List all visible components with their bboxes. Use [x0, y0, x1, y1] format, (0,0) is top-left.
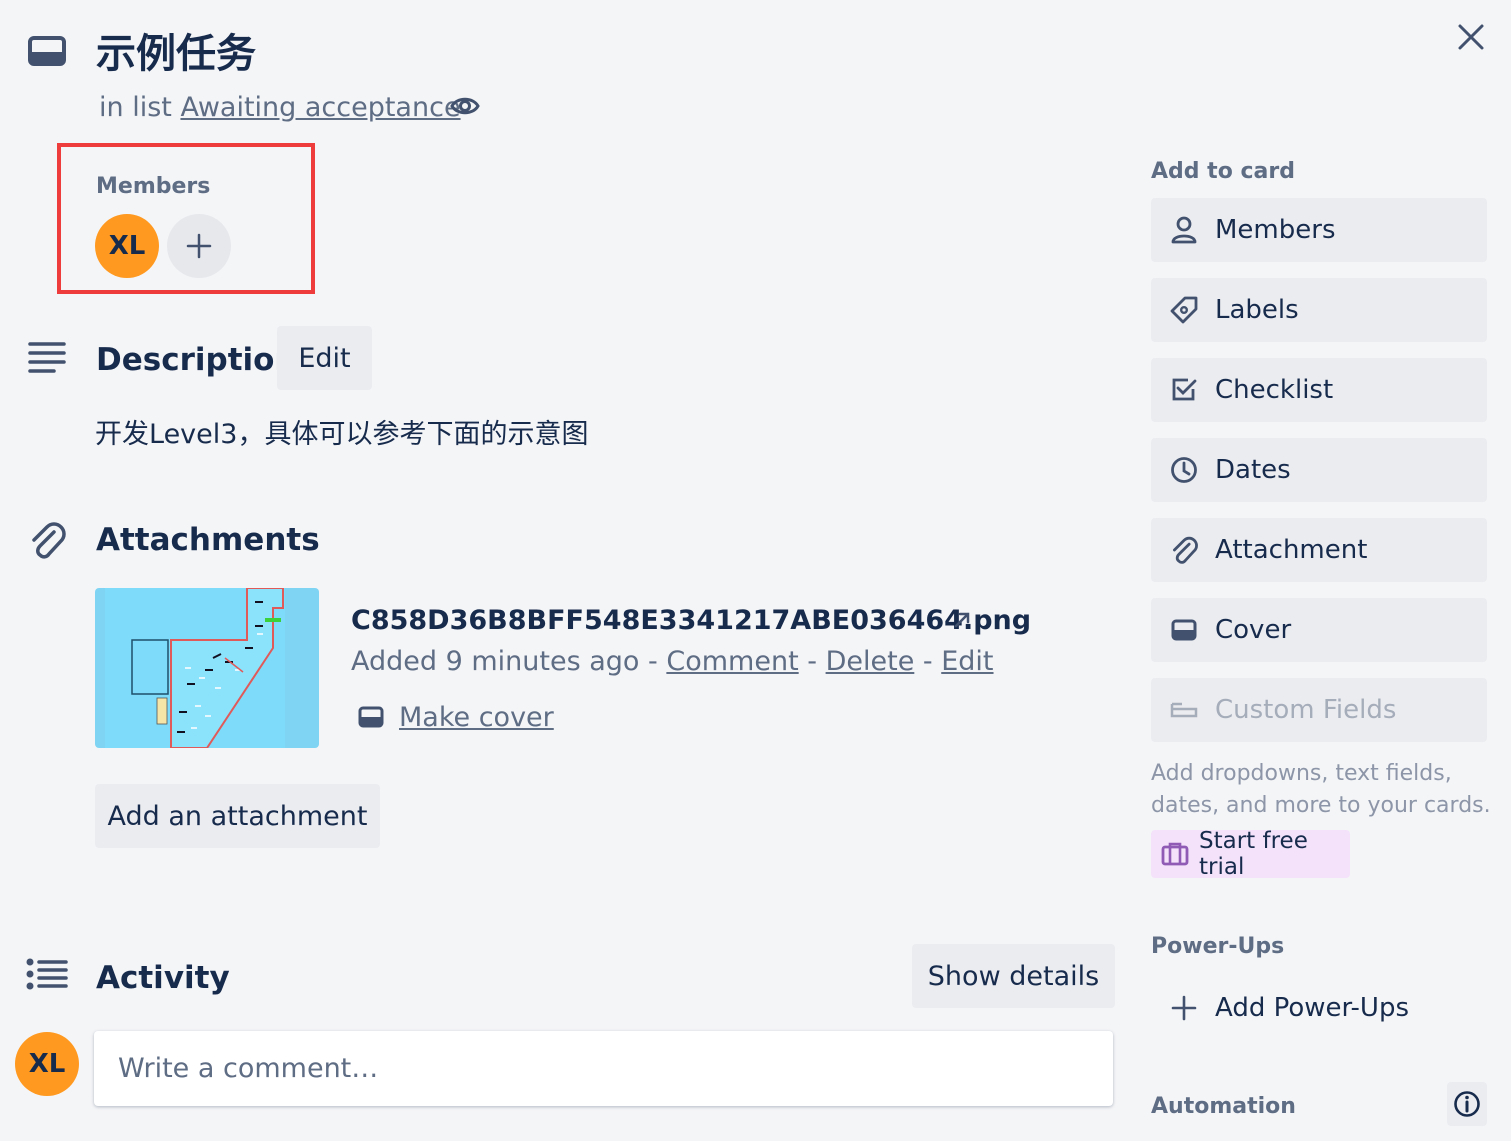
activity-title: Activity — [96, 960, 230, 996]
sidebar-dates-label: Dates — [1215, 455, 1291, 485]
sidebar-labels-label: Labels — [1215, 295, 1299, 325]
activity-icon — [26, 958, 68, 990]
attachments-title: Attachments — [96, 522, 320, 558]
description-title: Description — [96, 342, 297, 378]
briefcase-icon — [1161, 842, 1189, 866]
description-icon — [28, 340, 66, 374]
power-ups-heading: Power-Ups — [1151, 934, 1285, 959]
add-member-button[interactable] — [167, 214, 231, 278]
plus-icon — [1169, 995, 1199, 1021]
plus-icon — [186, 233, 212, 259]
sidebar-custom-fields-label: Custom Fields — [1215, 695, 1397, 725]
list-name-link[interactable]: Awaiting acceptance — [180, 92, 460, 123]
separator: - — [798, 646, 826, 677]
checkbox-icon — [1169, 377, 1199, 403]
sidebar-members-button[interactable]: Members — [1151, 198, 1487, 262]
info-icon[interactable] — [1447, 1082, 1487, 1126]
tag-icon — [1169, 296, 1199, 324]
description-edit-button[interactable]: Edit — [277, 326, 372, 390]
sidebar-members-label: Members — [1215, 215, 1336, 245]
separator: - — [914, 646, 942, 677]
list-location: in list Awaiting acceptance — [99, 90, 461, 126]
attachment-meta: Added 9 minutes ago - Comment - Delete -… — [351, 643, 994, 681]
automation-heading: Automation — [1151, 1094, 1296, 1119]
member-avatar[interactable]: XL — [95, 214, 159, 278]
add-power-ups-label: Add Power-Ups — [1215, 993, 1410, 1023]
add-attachment-button[interactable]: Add an attachment — [95, 784, 380, 848]
external-link-icon[interactable] — [952, 610, 972, 630]
make-cover-link[interactable]: Make cover — [399, 699, 554, 737]
sidebar-labels-button[interactable]: Labels — [1151, 278, 1487, 342]
start-free-trial-button[interactable]: Start free trial — [1151, 828, 1350, 880]
add-to-card-heading: Add to card — [1151, 159, 1295, 184]
members-label: Members — [96, 174, 211, 199]
attachment-comment-link[interactable]: Comment — [666, 646, 798, 677]
attachment-added-time: Added 9 minutes ago — [351, 646, 640, 677]
attachment-edit-link[interactable]: Edit — [941, 646, 993, 677]
clock-icon — [1169, 456, 1199, 484]
sidebar-attachment-button[interactable]: Attachment — [1151, 518, 1487, 582]
cover-icon — [1169, 619, 1199, 641]
list-prefix: in list — [99, 92, 181, 123]
card-icon — [28, 36, 66, 66]
eye-icon[interactable] — [450, 92, 480, 120]
sidebar-attachment-label: Attachment — [1215, 535, 1368, 565]
custom-fields-icon — [1169, 700, 1199, 720]
paperclip-icon — [1169, 535, 1199, 565]
attachment-filename[interactable]: C858D36B8BFF548E3341217ABE036464.png — [351, 602, 1031, 640]
add-power-ups-button[interactable]: Add Power-Ups — [1151, 976, 1487, 1040]
sidebar-dates-button[interactable]: Dates — [1151, 438, 1487, 502]
cover-icon — [358, 706, 384, 728]
person-icon — [1169, 216, 1199, 244]
attachment-thumbnail[interactable] — [95, 588, 319, 748]
sidebar-cover-label: Cover — [1215, 615, 1292, 645]
card-title[interactable]: 示例任务 — [96, 28, 256, 80]
close-icon[interactable] — [1452, 18, 1490, 56]
sidebar-cover-button[interactable]: Cover — [1151, 598, 1487, 662]
comment-avatar: XL — [15, 1032, 79, 1096]
show-details-button[interactable]: Show details — [912, 944, 1115, 1008]
sidebar-custom-fields-button: Custom Fields — [1151, 678, 1487, 742]
separator: - — [639, 646, 667, 677]
comment-input[interactable]: Write a comment… — [94, 1031, 1113, 1106]
sidebar-checklist-button[interactable]: Checklist — [1151, 358, 1487, 422]
attachment-delete-link[interactable]: Delete — [826, 646, 915, 677]
description-text[interactable]: 开发Level3，具体可以参考下面的示意图 — [95, 416, 588, 454]
paperclip-icon — [28, 520, 66, 560]
custom-fields-description: Add dropdowns, text fields, dates, and m… — [1151, 761, 1491, 818]
start-free-trial-label: Start free trial — [1199, 828, 1308, 880]
sidebar-checklist-label: Checklist — [1215, 375, 1334, 405]
